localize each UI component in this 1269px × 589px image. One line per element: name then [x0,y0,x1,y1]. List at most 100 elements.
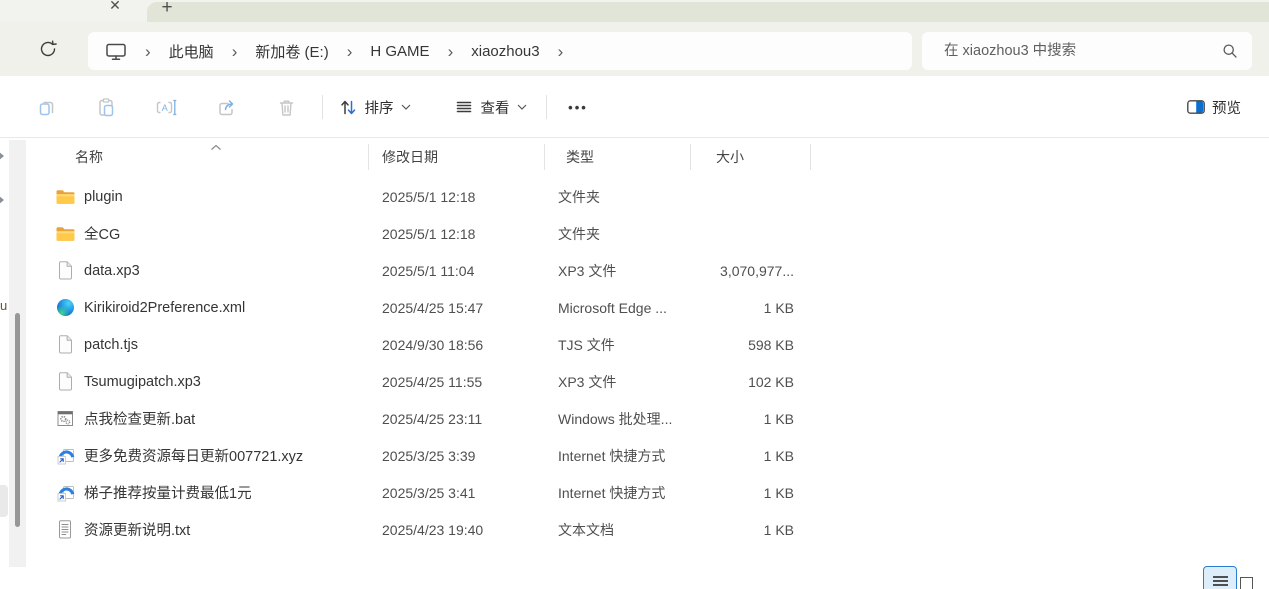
copy-button[interactable] [32,92,60,122]
file-name: Tsumugipatch.xp3 [84,374,201,390]
column-header-type[interactable]: 类型 [544,142,690,172]
trash-icon [276,97,297,118]
file-date-modified: 2025/5/1 11:04 [368,263,544,279]
breadcrumb-item-this-pc[interactable]: 此电脑 [163,37,220,66]
view-list-icon [454,97,474,117]
file-name: 梯子推荐按量计费最低1元 [84,482,252,503]
file-type: 文件夹 [544,224,690,244]
file-type: Internet 快捷方式 [544,483,690,503]
new-tab-button[interactable]: + [155,0,179,20]
file-row[interactable]: 全CG 2025/5/1 12:18 文件夹 [44,215,854,252]
refresh-icon [38,39,58,59]
share-icon [216,97,237,118]
file-size: 1 KB [690,300,810,316]
file-date-modified: 2025/4/25 23:11 [368,411,544,427]
file-date-modified: 2025/4/25 15:47 [368,300,544,316]
tree-expand-icon[interactable] [0,195,4,205]
share-button[interactable] [212,92,240,122]
breadcrumb-item-xiaozhou3[interactable]: xiaozhou3 [465,39,545,64]
file-name-cell: 梯子推荐按量计费最低1元 [44,482,368,503]
tree-item-partial-label: u [0,298,7,313]
file-size: 1 KB [690,448,810,464]
sort-ascending-icon [210,138,222,154]
file-name: data.xp3 [84,263,140,279]
file-name-cell: patch.tjs [44,335,368,354]
edge-shortcut-icon [56,446,75,465]
file-name-cell: data.xp3 [44,261,368,280]
file-row[interactable]: 资源更新说明.txt 2025/4/23 19:40 文本文档 1 KB [44,511,854,548]
breadcrumb: › 此电脑 › 新加卷 (E:) › H GAME › xiaozhou3 › [88,32,912,70]
view-button[interactable]: 查看 [446,92,534,122]
file-date-modified: 2025/3/25 3:41 [368,485,544,501]
file-row[interactable]: Kirikiroid2Preference.xml 2025/4/25 15:4… [44,289,854,326]
file-icon [56,335,75,354]
rename-icon: A [155,97,177,118]
column-divider[interactable] [368,144,369,170]
file-type: XP3 文件 [544,261,690,281]
file-date-modified: 2025/4/25 11:55 [368,374,544,390]
breadcrumb-item-h-game[interactable]: H GAME [364,39,435,64]
file-name-cell: 点我检查更新.bat [44,408,368,429]
search-icon[interactable] [1222,43,1238,64]
file-date-modified: 2025/5/1 12:18 [368,189,544,205]
file-name: 点我检查更新.bat [84,408,195,429]
vertical-scrollbar[interactable] [9,140,26,567]
sort-button[interactable]: 排序 [330,92,418,122]
file-date-modified: 2024/9/30 18:56 [368,337,544,353]
file-name-cell: plugin [44,187,368,206]
file-row[interactable]: 更多免费资源每日更新007721.xyz 2025/3/25 3:39 Inte… [44,437,854,474]
file-name-cell: Tsumugipatch.xp3 [44,372,368,391]
file-size: 1 KB [690,485,810,501]
column-divider[interactable] [690,144,691,170]
breadcrumb-item-drive-e[interactable]: 新加卷 (E:) [249,37,334,66]
command-toolbar: A 排序 查看 ••• [0,76,1269,138]
edge-icon [56,298,75,317]
breadcrumb-chevron-icon: › [220,43,250,60]
file-name: 资源更新说明.txt [84,519,190,540]
file-type: Windows 批处理... [544,409,690,429]
file-row[interactable]: data.xp3 2025/5/1 11:04 XP3 文件 3,070,977… [44,252,854,289]
tree-expand-icon[interactable] [0,151,4,161]
details-view-icon [1212,575,1229,587]
file-row[interactable]: plugin 2025/5/1 12:18 文件夹 [44,178,854,215]
folder-icon [56,224,75,243]
file-row[interactable]: Tsumugipatch.xp3 2025/4/25 11:55 XP3 文件 … [44,363,854,400]
scrollbar-thumb[interactable] [15,313,20,527]
delete-button[interactable] [272,92,300,122]
paste-button[interactable] [92,92,120,122]
preview-label: 预览 [1212,97,1241,118]
column-divider[interactable] [544,144,545,170]
file-icon [56,261,75,280]
file-type: XP3 文件 [544,372,690,392]
file-row[interactable]: patch.tjs 2024/9/30 18:56 TJS 文件 598 KB [44,326,854,363]
file-size: 1 KB [690,522,810,538]
copy-icon [36,97,57,118]
icons-view-toggle[interactable] [1240,572,1262,589]
rename-button[interactable]: A [152,92,180,122]
file-name: 全CG [84,223,120,244]
refresh-button[interactable] [34,36,62,64]
file-name: Kirikiroid2Preference.xml [84,300,245,316]
this-pc-icon[interactable] [105,42,133,61]
details-view-toggle[interactable] [1203,566,1237,589]
file-size: 102 KB [690,374,810,390]
tab-close-icon[interactable]: ✕ [104,0,126,18]
file-icon [56,372,75,391]
toolbar-divider [546,95,547,119]
chevron-down-icon [401,104,411,110]
preview-toggle-button[interactable]: 预览 [1172,92,1256,122]
titlebar: ✕ + [0,0,1269,22]
navigation-bar: › 此电脑 › 新加卷 (E:) › H GAME › xiaozhou3 › [0,22,1269,76]
column-divider[interactable] [810,144,811,170]
file-row[interactable]: 点我检查更新.bat 2025/4/25 23:11 Windows 批处理..… [44,400,854,437]
file-name-cell: 资源更新说明.txt [44,519,368,540]
more-options-button[interactable]: ••• [558,92,598,122]
file-date-modified: 2025/4/23 19:40 [368,522,544,538]
column-header-date[interactable]: 修改日期 [368,142,544,172]
preview-pane-icon [1187,100,1205,114]
txt-icon [56,520,75,539]
column-header-size[interactable]: 大小 [690,142,810,172]
column-header-name[interactable]: 名称 [44,142,368,172]
file-row[interactable]: 梯子推荐按量计费最低1元 2025/3/25 3:41 Internet 快捷方… [44,474,854,511]
search-input[interactable] [922,32,1252,70]
